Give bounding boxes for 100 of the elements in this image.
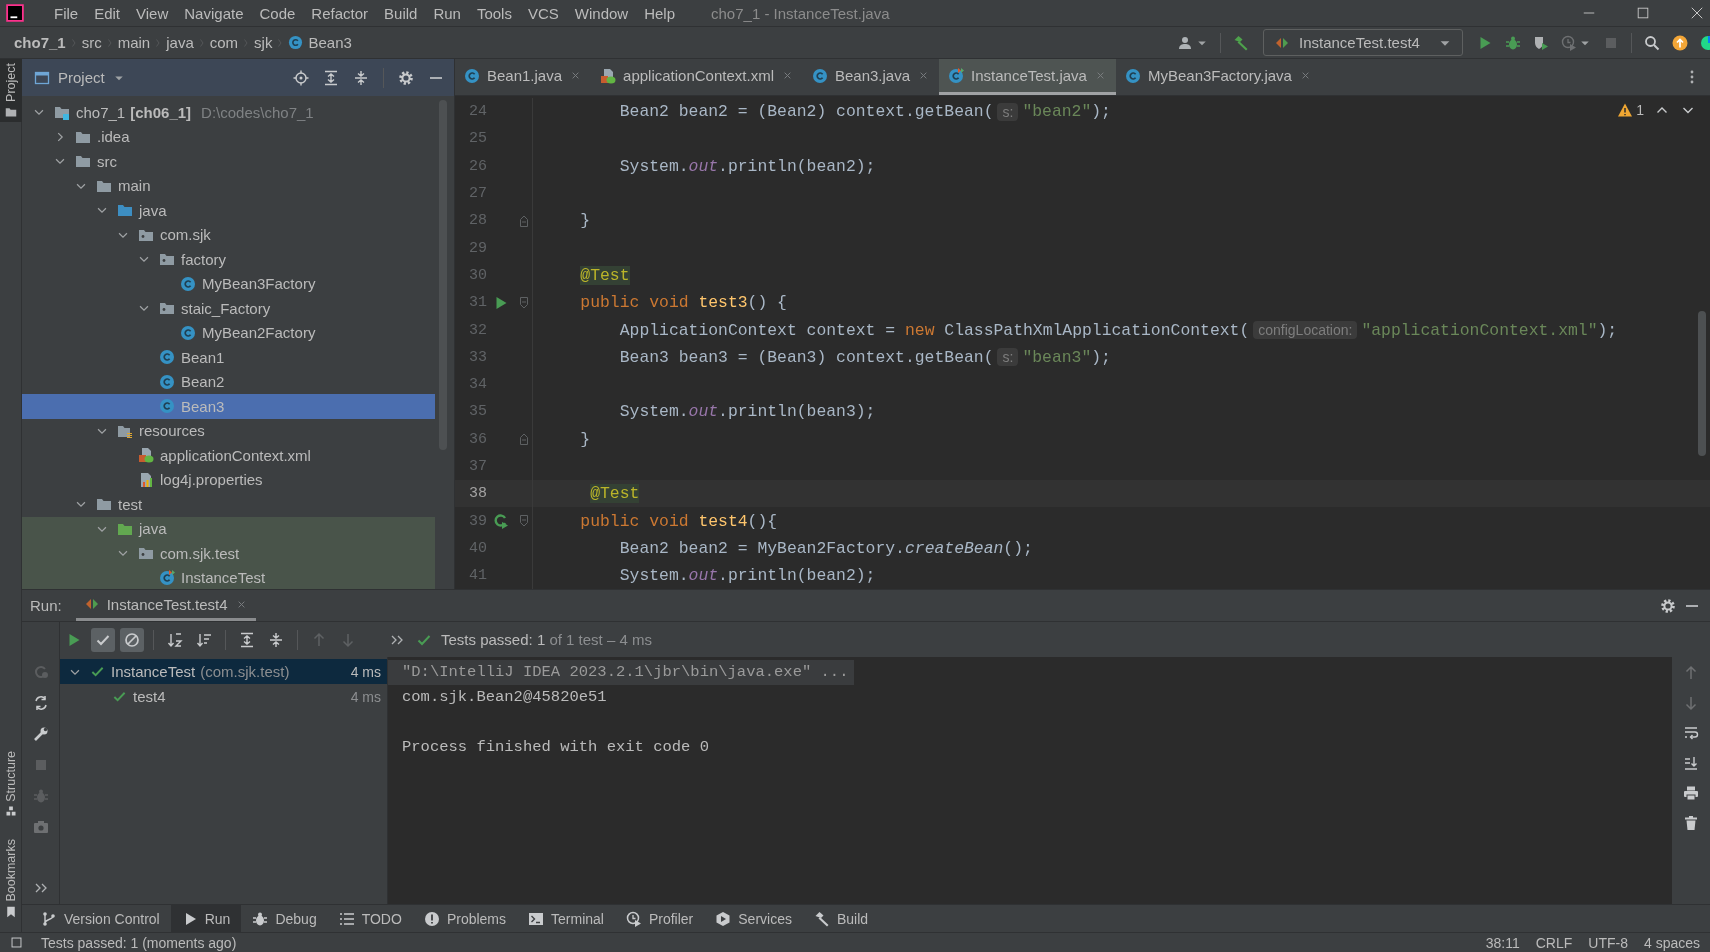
wrench-icon[interactable]: [32, 726, 49, 742]
editor-tab[interactable]: Bean1.java: [455, 59, 592, 95]
menu-item[interactable]: Help: [636, 4, 684, 22]
scrollbar-thumb[interactable]: [1698, 311, 1706, 456]
tool-window-button[interactable]: Terminal: [517, 905, 615, 932]
search-icon[interactable]: [1644, 34, 1660, 51]
clock-icon[interactable]: [1561, 34, 1577, 51]
maximize-icon[interactable]: [1636, 6, 1650, 20]
camera-icon[interactable]: [32, 819, 49, 835]
debug-icon[interactable]: [1505, 34, 1521, 51]
trash-icon[interactable]: [1683, 815, 1699, 831]
editor-tab[interactable]: InstanceTest.java: [939, 59, 1116, 95]
breadcrumb[interactable]: Bean3: [284, 34, 356, 51]
tree-item[interactable]: log4j.properties: [22, 467, 435, 492]
breadcrumb[interactable]: java: [162, 34, 198, 51]
tree-item[interactable]: src: [22, 149, 435, 174]
side-tab[interactable]: Project: [0, 59, 22, 122]
tree-item[interactable]: test: [22, 492, 435, 517]
settings-icon[interactable]: [1660, 597, 1676, 614]
tree-item[interactable]: applicationContext.xml: [22, 443, 435, 468]
tree-item[interactable]: java: [22, 198, 435, 223]
tree-item[interactable]: Bean1: [22, 345, 435, 370]
tool-window-button[interactable]: Services: [704, 905, 803, 932]
settings-icon[interactable]: [398, 69, 414, 86]
breadcrumb[interactable]: com: [205, 34, 243, 51]
crosshair-icon[interactable]: [293, 69, 309, 86]
line-number: 35: [468, 403, 487, 421]
menu-item[interactable]: Navigate: [176, 4, 252, 22]
run-configuration-dropdown[interactable]: InstanceTest.test4: [1263, 29, 1463, 56]
printer-icon[interactable]: [1683, 785, 1699, 801]
tree-item[interactable]: MyBean2Factory: [22, 320, 435, 345]
tree-item[interactable]: staic_Factory: [22, 296, 435, 321]
tree-item[interactable]: main: [22, 173, 435, 198]
close-icon[interactable]: [1690, 6, 1704, 20]
scroll-to-end-icon[interactable]: [1683, 755, 1699, 771]
breadcrumb[interactable]: src: [77, 34, 106, 51]
breadcrumb[interactable]: cho7_1: [10, 34, 70, 51]
collapse-all-icon[interactable]: [268, 631, 284, 648]
shield-icon[interactable]: [1533, 34, 1549, 51]
properties-file-icon: [138, 471, 154, 488]
menu-item[interactable]: Refactor: [303, 4, 377, 22]
panel-toggle-icon[interactable]: [10, 936, 23, 949]
class-icon: [159, 398, 175, 415]
menu-item[interactable]: Tools: [468, 4, 520, 22]
tool-window-button[interactable]: TODO: [327, 905, 413, 932]
project-view-dropdown[interactable]: Project: [34, 69, 125, 86]
menu-item[interactable]: File: [46, 4, 87, 22]
up-arrow-icon[interactable]: [1683, 665, 1699, 681]
menu-item[interactable]: Build: [376, 4, 426, 22]
sort-icon[interactable]: [196, 631, 212, 648]
branch-icon: [41, 910, 57, 927]
menu-item[interactable]: Run: [425, 4, 469, 22]
test-item[interactable]: InstanceTest (com.sjk.test) 4 ms: [60, 659, 387, 684]
menu-item[interactable]: Edit: [86, 4, 129, 22]
rerun-gutter-icon[interactable]: [493, 513, 509, 530]
user-icon[interactable]: [1178, 34, 1194, 51]
tool-window-button[interactable]: Build: [802, 905, 880, 932]
tool-window-button[interactable]: Run: [170, 905, 242, 932]
breadcrumb[interactable]: main: [113, 34, 155, 51]
run-tab[interactable]: InstanceTest.test4: [75, 590, 256, 621]
test-item[interactable]: test4 4 ms: [60, 684, 387, 709]
refresh-icon[interactable]: [32, 695, 49, 711]
tool-window-button[interactable]: Profiler: [614, 905, 705, 932]
tree-item[interactable]: Bean2: [22, 369, 435, 394]
tree-item[interactable]: java: [22, 516, 435, 541]
update-icon[interactable]: [1672, 34, 1688, 51]
menu-item[interactable]: Window: [566, 4, 637, 22]
hammer-icon[interactable]: [1233, 34, 1249, 51]
tree-item[interactable]: resources: [22, 418, 435, 443]
sort-alpha-icon[interactable]: [167, 631, 183, 648]
tree-item[interactable]: factory: [22, 247, 435, 272]
down-arrow-icon[interactable]: [1683, 695, 1699, 711]
editor-tab[interactable]: Bean3.java: [803, 59, 940, 95]
tree-item[interactable]: MyBean3Factory: [22, 271, 435, 296]
expand-all-icon[interactable]: [323, 69, 339, 86]
side-tab[interactable]: Bookmarks: [0, 835, 22, 922]
menu-item[interactable]: VCS: [519, 4, 567, 22]
ignored-icon[interactable]: [124, 631, 140, 648]
tree-item[interactable]: .idea: [22, 124, 435, 149]
tree-item[interactable]: com.sjk: [22, 222, 435, 247]
tree-item[interactable]: InstanceTest: [22, 565, 435, 589]
side-tab[interactable]: Structure: [0, 746, 22, 822]
status-item[interactable]: 4 spaces: [1643, 934, 1700, 951]
tree-item[interactable]: com.sjk.test: [22, 541, 435, 566]
collapse-all-icon[interactable]: [353, 69, 369, 86]
menu-item[interactable]: Code: [251, 4, 304, 22]
tool-window-button[interactable]: Version Control: [30, 905, 171, 932]
tool-window-button[interactable]: Problems: [412, 905, 517, 932]
warning-counter[interactable]: 1: [1617, 102, 1644, 118]
breadcrumb[interactable]: sjk: [250, 34, 277, 51]
status-item[interactable]: UTF-8: [1588, 934, 1628, 951]
editor-tab[interactable]: MyBean3Factory.java: [1115, 59, 1321, 95]
tree-item[interactable]: cho7_1 [ch06_1] D:\codes\cho7_1: [22, 100, 435, 125]
status-item[interactable]: CRLF: [1535, 934, 1573, 951]
soft-wrap-icon[interactable]: [1683, 725, 1699, 741]
status-item[interactable]: 38:11: [1485, 934, 1520, 951]
menu-item[interactable]: View: [128, 4, 177, 22]
editor-tab[interactable]: applicationContext.xml: [591, 59, 803, 95]
tool-window-button[interactable]: Debug: [241, 905, 328, 932]
expand-all-icon[interactable]: [239, 631, 255, 648]
